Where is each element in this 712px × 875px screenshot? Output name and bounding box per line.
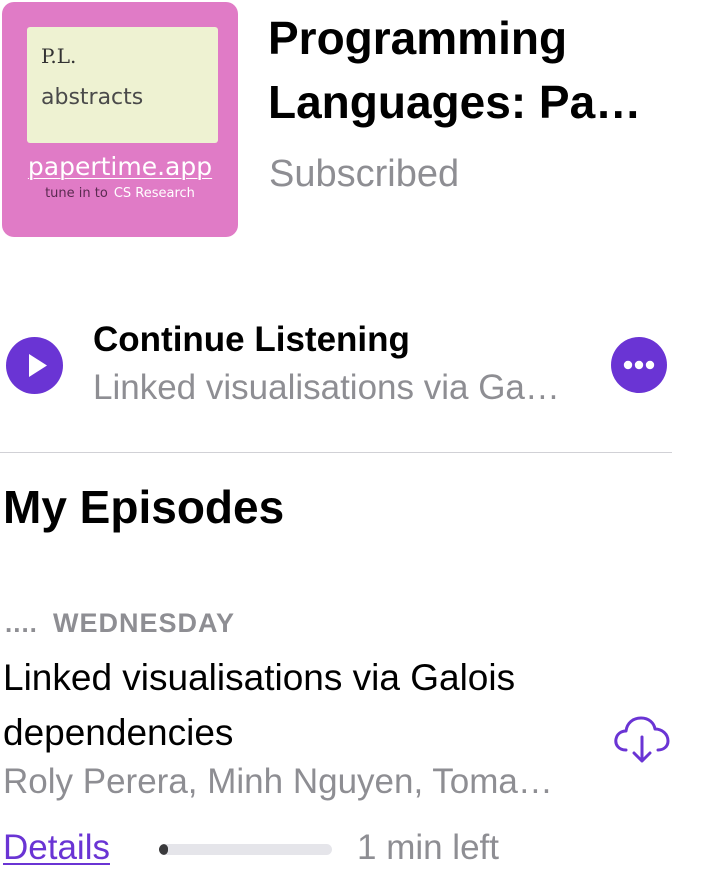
episode-authors: Roly Perera, Minh Nguyen, Toma… <box>3 762 553 801</box>
time-left: 1 min left <box>357 828 499 867</box>
artwork-tagline: tune in to CS Research <box>2 186 238 201</box>
more-icon <box>623 360 655 370</box>
artwork-line2: abstracts <box>41 85 144 110</box>
continue-listening-episode[interactable]: Linked visualisations via Ga… <box>93 368 560 408</box>
cloud-download-glyph <box>614 716 670 763</box>
podcast-artwork: P.L. abstracts papertime.app tune in to C… <box>2 2 238 237</box>
details-link[interactable]: Details <box>3 828 110 868</box>
podcast-title-line1: Programming <box>268 12 568 64</box>
artwork-brand: papertime.app <box>27 152 213 181</box>
podcast-title-line2: Languages: Pa… <box>268 76 642 128</box>
more-options-button[interactable] <box>611 337 667 393</box>
episode-progress-fill <box>159 844 168 855</box>
divider <box>0 452 672 453</box>
artwork-line1: P.L. <box>41 44 77 68</box>
episode-title[interactable]: Linked visualisations via Galois depende… <box>3 650 593 760</box>
episode-date: WEDNESDAY <box>53 608 236 638</box>
podcast-title: Programming Languages: Pa… <box>268 6 668 134</box>
artwork-card: P.L. abstracts <box>27 27 218 143</box>
continue-listening-title[interactable]: Continue Listening <box>93 320 410 360</box>
my-episodes-heading: My Episodes <box>3 481 285 533</box>
artwork-tagline-topic: CS Research <box>113 186 195 201</box>
play-button[interactable] <box>6 337 63 394</box>
artwork-tagline-prefix: tune in to <box>45 186 108 201</box>
cloud-download-icon[interactable] <box>612 714 672 764</box>
episode-status-dots: .... <box>5 608 38 638</box>
play-icon <box>29 354 47 377</box>
subscription-status: Subscribed <box>269 153 460 195</box>
episode-progress-bar <box>159 844 332 855</box>
